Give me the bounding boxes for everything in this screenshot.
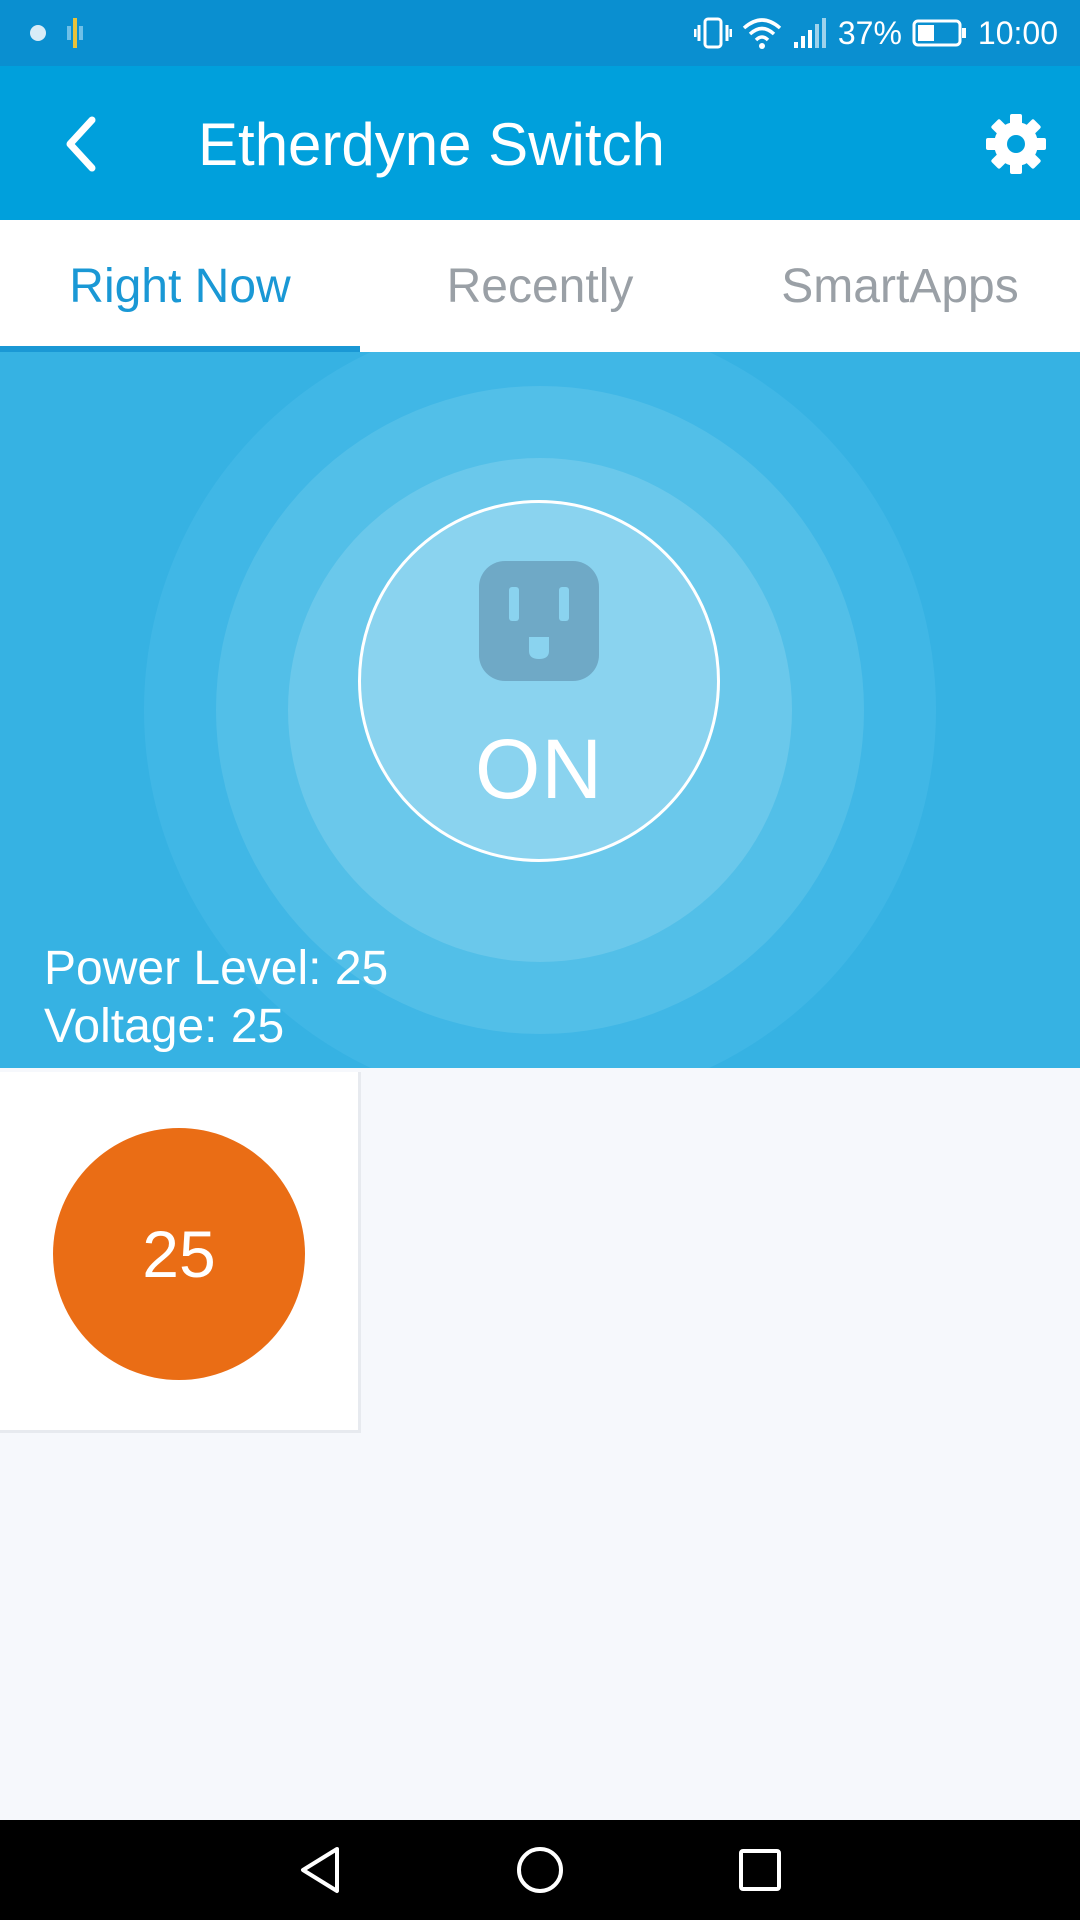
notification-dot-icon xyxy=(30,25,46,41)
system-nav-bar xyxy=(0,1820,1080,1920)
status-bar: 37% 10:00 xyxy=(0,0,1080,66)
tab-smartapps[interactable]: SmartApps xyxy=(720,220,1080,352)
nav-home-icon xyxy=(517,1847,563,1893)
back-arrow-icon xyxy=(66,116,96,172)
nav-recents-icon xyxy=(739,1849,781,1891)
app-bar: Etherdyne Switch xyxy=(0,66,1080,220)
screen: 37% 10:00 Etherdyne Switch Right Now Rec… xyxy=(0,0,1080,1920)
battery-percent: 37% xyxy=(837,14,902,51)
nav-back-button[interactable] xyxy=(270,1820,370,1920)
tab-recently[interactable]: Recently xyxy=(360,220,720,352)
battery-icon xyxy=(912,19,966,47)
clock: 10:00 xyxy=(977,14,1058,51)
outlet-icon xyxy=(479,561,599,681)
voltage-text: Voltage: 25 xyxy=(44,1000,285,1053)
gear-icon xyxy=(986,114,1046,174)
power-level-text: Power Level: 25 xyxy=(44,942,389,995)
readouts: Power Level: 25 Voltage: 25 xyxy=(44,940,388,1056)
wifi-icon xyxy=(742,18,782,49)
tab-right-now[interactable]: Right Now xyxy=(0,220,360,352)
notification-app-icon xyxy=(67,18,83,48)
value-badge: 25 xyxy=(53,1128,305,1380)
signal-icon xyxy=(793,18,826,48)
back-button[interactable] xyxy=(42,106,118,182)
nav-recents-button[interactable] xyxy=(710,1820,810,1920)
settings-button[interactable] xyxy=(976,104,1056,184)
nav-back-icon xyxy=(301,1847,339,1893)
page-title: Etherdyne Switch xyxy=(198,111,665,178)
power-toggle-button[interactable]: ON xyxy=(358,500,720,862)
tab-bar: Right Now Recently SmartApps xyxy=(0,220,1080,352)
vibrate-icon xyxy=(693,17,732,49)
status-icons: 37% 10:00 xyxy=(693,10,1058,56)
nav-home-button[interactable] xyxy=(490,1820,590,1920)
value-tile[interactable]: 25 xyxy=(0,1072,361,1433)
power-state-label: ON xyxy=(475,722,603,816)
device-status-panel: ON Power Level: 25 Voltage: 25 xyxy=(0,352,1080,1068)
